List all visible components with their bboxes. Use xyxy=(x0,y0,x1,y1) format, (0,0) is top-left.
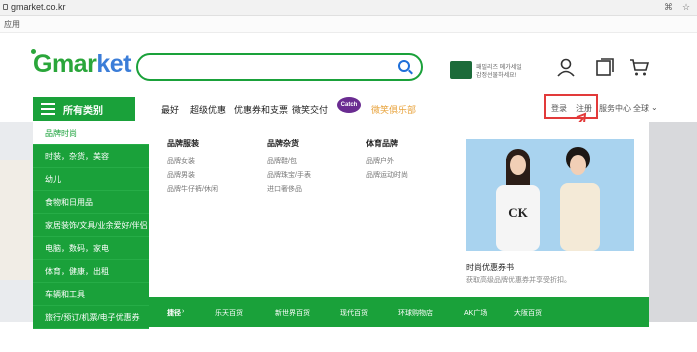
url-text: gmarket.co.kr xyxy=(11,2,66,12)
column-link[interactable]: 品牌女装 xyxy=(167,156,195,166)
bookmark-apps[interactable]: 应用 xyxy=(4,19,20,30)
global-link[interactable]: 全球 xyxy=(633,103,649,114)
dept-shinsegae[interactable]: 新世界百货 xyxy=(275,308,310,318)
address-bar[interactable]: gmarket.co.kr ⌘ ☆ xyxy=(0,0,697,16)
banner-product-image xyxy=(0,160,30,280)
dept-hyundai[interactable]: 现代百货 xyxy=(340,308,368,318)
column-link[interactable]: 品牌鞋/包 xyxy=(267,156,297,166)
recent-items-icon[interactable] xyxy=(595,57,615,77)
promo-banner-icon[interactable] xyxy=(450,61,472,79)
column-header-sports[interactable]: 体育品牌 xyxy=(366,138,398,149)
shortcut-chevron-icon: › xyxy=(182,308,185,315)
shirt-logo: CK xyxy=(508,205,528,220)
column-link[interactable]: 品牌牛仔裤/休闲 xyxy=(167,184,218,194)
nav-smile-club[interactable]: 微笑俱乐部 xyxy=(371,103,416,116)
category-vehicles[interactable]: 车辆和工具 xyxy=(33,283,149,306)
all-categories-label: 所有类别 xyxy=(63,106,103,117)
dept-lotte[interactable]: 乐天百货 xyxy=(215,308,243,318)
nav-coupons[interactable]: 优惠券和支票 xyxy=(234,103,288,116)
gmarket-logo[interactable]: Gmarket xyxy=(33,50,131,79)
star-icon[interactable]: ☆ xyxy=(682,2,690,13)
menu-icon xyxy=(41,103,55,115)
lock-icon xyxy=(3,4,8,10)
search-input[interactable] xyxy=(136,53,423,81)
service-center-link[interactable]: 服务中心 xyxy=(599,103,631,114)
column-link[interactable]: 品牌珠宝/手表 xyxy=(267,170,311,180)
category-brand-fashion[interactable]: 品牌时尚 xyxy=(33,122,149,145)
promo-text-2: 감정선물하세요! xyxy=(476,73,517,79)
category-digital[interactable]: 电脑，数码，家电 xyxy=(33,237,149,260)
column-link[interactable]: 品牌户外 xyxy=(366,156,394,166)
catch-badge[interactable]: Catch xyxy=(337,97,361,113)
category-home-hobby[interactable]: 家居装饰/文具/业余爱好/伴侣 xyxy=(33,214,149,237)
category-baby[interactable]: 幼儿 xyxy=(33,168,149,191)
ad-title[interactable]: 时尚优惠券书 xyxy=(466,262,514,273)
dept-galleria[interactable]: 环球购物店 xyxy=(398,308,433,318)
column-link[interactable]: 进口奢侈品 xyxy=(267,184,302,194)
user-icon[interactable] xyxy=(556,57,576,77)
models-illustration: CK xyxy=(496,147,600,251)
column-link[interactable]: 品牌男装 xyxy=(167,170,195,180)
search-icon[interactable] xyxy=(398,60,410,72)
column-header-goods[interactable]: 品牌杂货 xyxy=(267,138,299,149)
dept-ak-plaza[interactable]: AK广场 xyxy=(464,308,487,318)
chevron-down-icon: ⌄ xyxy=(651,103,658,112)
column-header-apparel[interactable]: 品牌服装 xyxy=(167,138,199,149)
dept-osaka[interactable]: 大阪百货 xyxy=(514,308,542,318)
bookmarks-bar: 应用 xyxy=(0,16,697,33)
column-link[interactable]: 品牌运动时尚 xyxy=(366,170,408,180)
nav-best[interactable]: 最好 xyxy=(161,103,179,116)
shortcut-label: 捷径 xyxy=(167,310,181,317)
category-travel[interactable]: 旅行/预订/机票/电子优惠券 xyxy=(33,306,149,329)
all-categories-button[interactable]: 所有类别 xyxy=(33,97,135,121)
ad-subtitle: 获取高级品牌优惠券并享受折扣。 xyxy=(466,277,571,284)
translate-icon[interactable]: ⌘ xyxy=(664,2,673,13)
banner-right-edge xyxy=(649,122,697,322)
category-food[interactable]: 食物和日用品 xyxy=(33,191,149,214)
nav-super-deal[interactable]: 超级优惠 xyxy=(190,103,226,116)
category-fashion-beauty[interactable]: 时装，杂货，美容 xyxy=(33,145,149,168)
nav-smile-delivery[interactable]: 微笑交付 xyxy=(292,103,328,116)
coupon-ad-image[interactable]: CK xyxy=(466,139,634,251)
cart-icon[interactable] xyxy=(629,57,649,77)
category-sports[interactable]: 体育，健康，出租 xyxy=(33,260,149,283)
